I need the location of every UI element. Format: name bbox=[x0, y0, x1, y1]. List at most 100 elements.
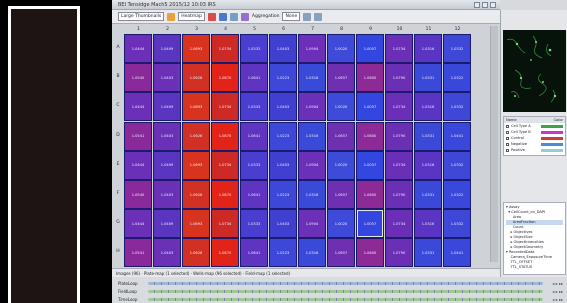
plate-well[interactable]: 1.0693 bbox=[182, 34, 210, 63]
maximize-button[interactable] bbox=[482, 2, 488, 8]
column-header[interactable]: 7 bbox=[298, 27, 327, 32]
aggregation-select[interactable]: None bbox=[282, 12, 301, 21]
plate-well[interactable]: 1.0020 bbox=[327, 34, 355, 63]
plate-well[interactable]: 1.0600 bbox=[356, 63, 384, 93]
plate-well[interactable]: 1.0223 bbox=[269, 180, 297, 209]
timeline-track[interactable] bbox=[148, 282, 543, 285]
timeline-track[interactable] bbox=[148, 290, 543, 293]
plate-well[interactable]: 1.0322 bbox=[443, 180, 471, 209]
column-header[interactable]: 6 bbox=[269, 27, 298, 32]
image-preview[interactable] bbox=[503, 30, 566, 112]
plate-well[interactable]: 1.0904 bbox=[298, 34, 326, 63]
vertical-scrollbar[interactable] bbox=[490, 26, 498, 262]
plate-well[interactable]: 1.0870 bbox=[211, 180, 239, 209]
heatmap-toggle[interactable]: Heatmap bbox=[178, 12, 205, 21]
plate-well[interactable]: 1.0444 bbox=[124, 150, 152, 180]
plate-well[interactable]: 1.0333 bbox=[240, 34, 268, 63]
plate-well[interactable]: 1.0333 bbox=[240, 209, 268, 239]
row-header[interactable]: D bbox=[112, 133, 124, 138]
plate-well[interactable]: 1.0403 bbox=[269, 150, 297, 180]
layout-icon[interactable] bbox=[218, 12, 227, 21]
plate-well[interactable]: 1.0444 bbox=[124, 34, 152, 63]
plate-well[interactable]: 1.0790 bbox=[385, 238, 413, 268]
plate-well[interactable]: 1.0316 bbox=[298, 180, 326, 209]
plate-well[interactable]: 1.0693 bbox=[182, 209, 210, 239]
plate-well[interactable]: 1.0904 bbox=[298, 150, 326, 180]
plate-well[interactable]: 1.0403 bbox=[269, 92, 297, 122]
table-icon[interactable] bbox=[229, 12, 238, 21]
column-header[interactable]: 5 bbox=[240, 27, 269, 32]
plate-well[interactable]: 1.0020 bbox=[327, 150, 355, 180]
plate-well[interactable]: 1.0403 bbox=[153, 63, 181, 93]
plate-well[interactable]: 1.0641 bbox=[240, 63, 268, 93]
row-header[interactable]: A bbox=[112, 45, 124, 50]
plate-well[interactable]: 1.0600 bbox=[356, 238, 384, 268]
plate-well[interactable]: 1.0657 bbox=[327, 180, 355, 209]
legend-checkbox[interactable] bbox=[506, 130, 509, 134]
plate-well[interactable]: 1.0790 bbox=[385, 180, 413, 209]
legend-row[interactable]: Positive bbox=[504, 147, 565, 153]
plate-well[interactable]: 1.0332 bbox=[443, 209, 471, 239]
plate-well[interactable]: 1.0057 bbox=[356, 34, 384, 63]
plate-well[interactable]: 1.0657 bbox=[327, 63, 355, 93]
timeline-controls[interactable]: ◂ ▸ ▸▸ bbox=[552, 281, 563, 286]
plate-well[interactable]: 1.0734 bbox=[385, 92, 413, 122]
plate-well[interactable]: 1.0600 bbox=[356, 121, 384, 151]
plate-well[interactable]: 1.0316 bbox=[414, 92, 442, 122]
plate-well[interactable]: 1.0904 bbox=[298, 92, 326, 122]
legend-swatch[interactable] bbox=[541, 130, 563, 134]
row-header[interactable]: F bbox=[112, 191, 124, 196]
plate-well[interactable]: 1.0057 bbox=[356, 92, 384, 122]
plate-well[interactable]: 1.0331 bbox=[414, 238, 442, 268]
plate-well[interactable]: 1.0223 bbox=[269, 121, 297, 151]
timeline-controls[interactable]: ◂ ▸ ▸▸ bbox=[552, 297, 563, 302]
palette-icon[interactable] bbox=[240, 12, 249, 21]
plate-well[interactable]: 1.0331 bbox=[414, 180, 442, 209]
plate-well[interactable]: 1.0332 bbox=[443, 34, 471, 63]
legend-checkbox[interactable] bbox=[506, 136, 509, 140]
plate-well[interactable]: 1.0332 bbox=[443, 150, 471, 180]
plate-well[interactable]: 1.0904 bbox=[298, 209, 326, 239]
plate-well[interactable]: 1.0626 bbox=[182, 121, 210, 151]
plate-well[interactable]: 1.0657 bbox=[327, 238, 355, 268]
plate-well[interactable]: 1.0441 bbox=[443, 121, 471, 151]
plate-well[interactable]: 1.0693 bbox=[182, 92, 210, 122]
filter-icon[interactable] bbox=[303, 12, 312, 21]
settings-icon[interactable] bbox=[314, 12, 323, 21]
plate-well[interactable]: 1.0409 bbox=[153, 34, 181, 63]
plate-well[interactable]: 1.0333 bbox=[240, 92, 268, 122]
plate-well[interactable]: 1.0540 bbox=[124, 180, 152, 209]
legend-swatch[interactable] bbox=[541, 148, 563, 152]
timeline-row[interactable]: FieldLoop ◂ ▸ ▸▸ bbox=[112, 288, 567, 295]
plate-well[interactable]: 1.0693 bbox=[182, 150, 210, 180]
legend-checkbox[interactable] bbox=[506, 142, 509, 146]
plate-well[interactable]: 1.0409 bbox=[153, 209, 181, 239]
plate-well[interactable]: 1.0403 bbox=[153, 180, 181, 209]
plate-well[interactable]: 1.0409 bbox=[153, 92, 181, 122]
plate-well[interactable]: 1.0316 bbox=[414, 209, 442, 239]
plate-well[interactable]: 1.0734 bbox=[211, 34, 239, 63]
row-header[interactable]: G bbox=[112, 220, 124, 225]
tree-item[interactable]: TTL_STATUS bbox=[506, 265, 563, 270]
plate-well[interactable]: 1.0657 bbox=[327, 121, 355, 151]
plate-well[interactable]: 1.0331 bbox=[414, 121, 442, 151]
plate-well[interactable]: 1.0409 bbox=[153, 150, 181, 180]
legend-swatch[interactable] bbox=[541, 136, 563, 140]
plate-well[interactable]: 1.0441 bbox=[443, 238, 471, 268]
minimize-button[interactable] bbox=[474, 2, 480, 8]
column-header[interactable]: 1 bbox=[124, 27, 153, 32]
plate-well[interactable]: 1.0541 bbox=[124, 121, 152, 151]
plate-well[interactable]: 1.0403 bbox=[269, 209, 297, 239]
timeline-controls[interactable]: ◂ ▸ ▸▸ bbox=[552, 289, 563, 294]
plate-well[interactable]: 1.0734 bbox=[211, 209, 239, 239]
column-header[interactable]: 2 bbox=[153, 27, 182, 32]
plate-well[interactable]: 1.0057 bbox=[356, 209, 384, 239]
plate-well[interactable]: 1.0403 bbox=[269, 34, 297, 63]
plate-well[interactable]: 1.0020 bbox=[327, 209, 355, 239]
plate-well[interactable]: 1.0223 bbox=[269, 63, 297, 93]
legend-swatch[interactable] bbox=[541, 124, 563, 128]
plate-well[interactable]: 1.0626 bbox=[182, 238, 210, 268]
plate-well[interactable]: 1.0316 bbox=[298, 238, 326, 268]
plate-well[interactable]: 1.0444 bbox=[124, 209, 152, 239]
legend-checkbox[interactable] bbox=[506, 148, 509, 152]
